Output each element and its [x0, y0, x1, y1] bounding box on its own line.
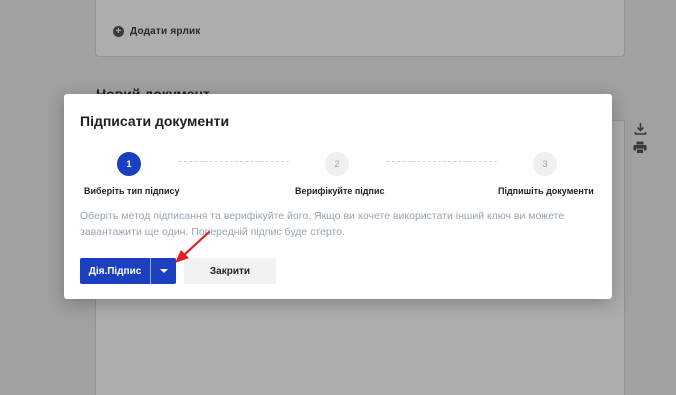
- annotation-arrow-icon: [175, 230, 211, 263]
